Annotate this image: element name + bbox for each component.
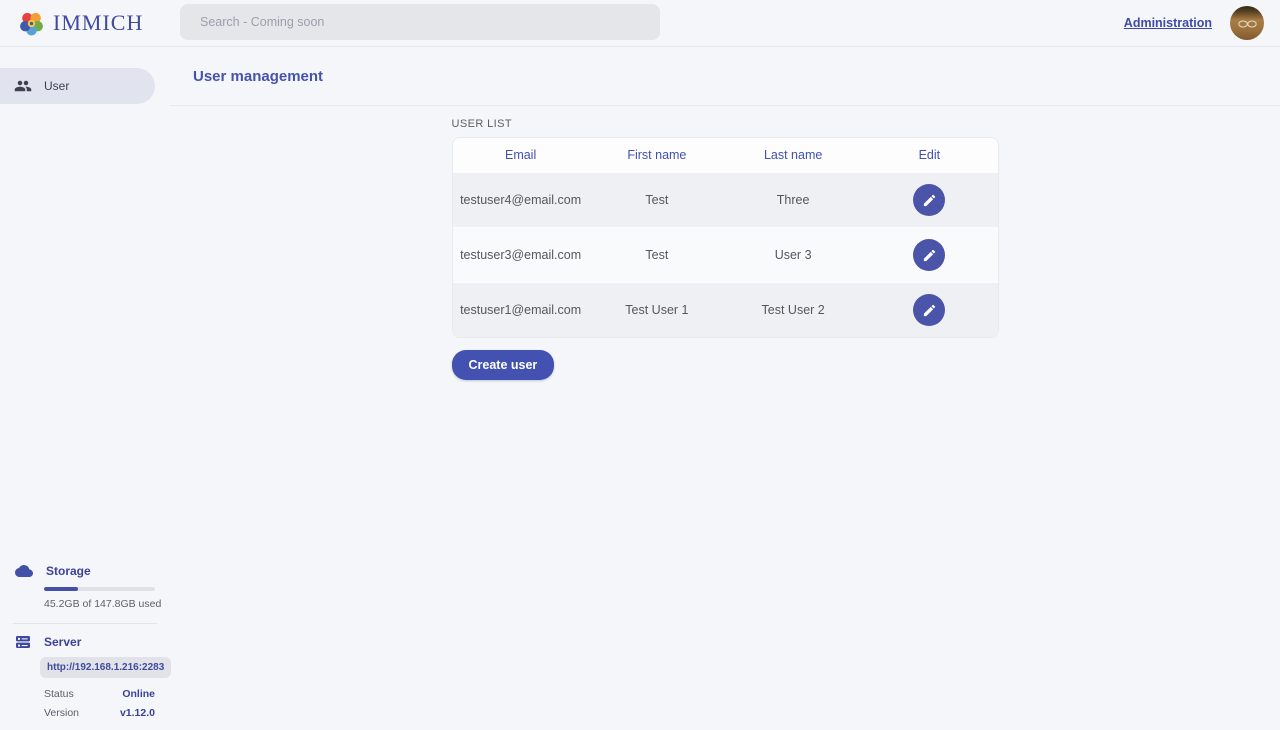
brand[interactable]: IMMICH <box>0 10 143 37</box>
create-user-button[interactable]: Create user <box>452 350 555 380</box>
sidebar-item-user-label: User <box>44 79 69 93</box>
user-table: Email First name Last name Edit testuser… <box>452 137 999 338</box>
cell-last-name: Three <box>725 193 861 207</box>
user-avatar[interactable] <box>1230 6 1264 40</box>
sidebar-bottom-widgets: Storage 45.2GB of 147.8GB used Server <box>0 562 170 719</box>
cell-first-name: Test User 1 <box>589 303 725 317</box>
page-title-bar: User management <box>170 47 1280 106</box>
table-row: testuser4@email.com Test Three <box>453 172 998 227</box>
brand-wordmark: IMMICH <box>53 10 143 36</box>
cell-first-name: Test <box>589 248 725 262</box>
table-row: testuser3@email.com Test User 3 <box>453 227 998 282</box>
sidebar: User Storage 45.2GB of 147.8GB used <box>0 47 170 729</box>
server-version-value: v1.12.0 <box>120 707 155 719</box>
search-input[interactable] <box>180 4 660 40</box>
server-widget-header: Server <box>0 634 170 650</box>
server-title: Server <box>44 635 81 649</box>
table-row: testuser1@email.com Test User 1 Test Use… <box>453 282 998 337</box>
column-header-edit: Edit <box>861 148 997 162</box>
user-list-heading: USER LIST <box>452 118 999 130</box>
server-version-label: Version <box>44 707 79 719</box>
pencil-icon <box>922 193 937 208</box>
pencil-icon <box>922 248 937 263</box>
cell-email: testuser1@email.com <box>453 303 589 317</box>
users-icon <box>14 77 32 95</box>
user-table-header: Email First name Last name Edit <box>453 138 998 172</box>
storage-usage-text: 45.2GB of 147.8GB used <box>44 598 170 610</box>
storage-title: Storage <box>46 564 91 578</box>
cell-last-name: User 3 <box>725 248 861 262</box>
pencil-icon <box>922 303 937 318</box>
sidebar-divider <box>13 623 157 624</box>
column-header-email: Email <box>453 148 589 162</box>
sidebar-item-user[interactable]: User <box>0 68 155 104</box>
server-status-row: Status Online <box>44 688 155 700</box>
server-url: http://192.168.1.216:2283 <box>40 657 171 678</box>
cell-email: testuser4@email.com <box>453 193 589 207</box>
edit-user-button[interactable] <box>913 239 945 271</box>
storage-progress-fill <box>44 587 78 591</box>
storage-widget-header: Storage <box>0 562 170 580</box>
top-navbar: IMMICH Administration <box>0 0 1280 47</box>
column-header-first-name: First name <box>589 148 725 162</box>
cell-first-name: Test <box>589 193 725 207</box>
immich-logo-icon <box>18 10 45 37</box>
main-content: User management USER LIST Email First na… <box>170 47 1280 729</box>
avatar-glasses-icon <box>1234 10 1260 36</box>
administration-link[interactable]: Administration <box>1124 16 1212 30</box>
cloud-icon <box>15 562 33 580</box>
server-status-value: Online <box>122 688 155 700</box>
page-title: User management <box>193 68 323 85</box>
cell-email: testuser3@email.com <box>453 248 589 262</box>
column-header-last-name: Last name <box>725 148 861 162</box>
edit-user-button[interactable] <box>913 184 945 216</box>
edit-user-button[interactable] <box>913 294 945 326</box>
server-status-label: Status <box>44 688 74 700</box>
server-icon <box>15 634 31 650</box>
server-version-row: Version v1.12.0 <box>44 707 155 719</box>
storage-progress-bar <box>44 587 155 591</box>
cell-last-name: Test User 2 <box>725 303 861 317</box>
